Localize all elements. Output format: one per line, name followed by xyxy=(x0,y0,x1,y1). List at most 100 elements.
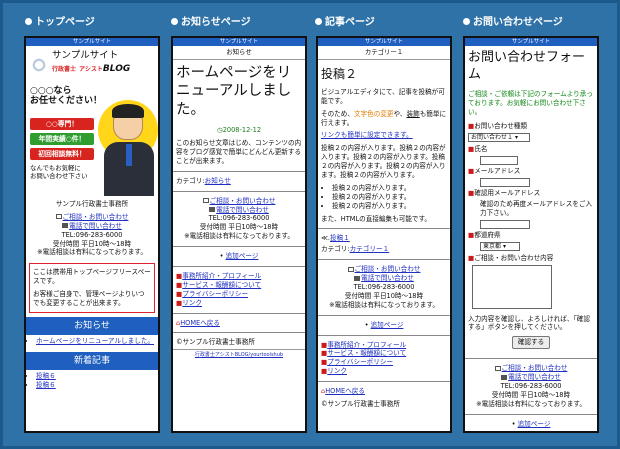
list-item[interactable]: 投稿６ xyxy=(36,381,155,390)
badge-free-consult: 初回相談無料！ xyxy=(30,148,94,160)
banner-small-text: なんでもお気軽に お問い合わせ下さい xyxy=(30,164,88,180)
article-p4: また、HTMLの直接編集も可能です。 xyxy=(321,214,432,223)
phone-contact-page[interactable]: サンプルサイト お問い合わせフォーム ご相談・ご依頼は下記のフォームより承ってお… xyxy=(463,36,599,433)
confirm-button[interactable]: 確認する xyxy=(511,336,551,350)
news-header: お知らせ xyxy=(26,316,158,336)
contact-block: ご相談・お問い合わせ 電話で問い合わせ TEL:096-283-6000 受付時… xyxy=(476,364,586,408)
phone-link[interactable]: 電話で問い合わせ xyxy=(69,222,122,230)
phone-link[interactable]: 電話で問い合わせ xyxy=(216,206,269,214)
flower-logo-icon xyxy=(28,54,50,76)
add-page-link[interactable]: • 追加ページ xyxy=(173,250,305,263)
name-input[interactable] xyxy=(480,155,518,165)
article-p3: 投稿２の内容が入ります。投稿２の内容が入ります。投稿２の内容が入ります。投稿２の… xyxy=(321,144,446,179)
form-label-pref: ■都道府県 xyxy=(468,231,501,240)
form-label-email: ■メールアドレス xyxy=(468,167,521,176)
recent-header: 新着記事 xyxy=(26,351,158,371)
mail-icon xyxy=(202,198,209,204)
copyright: ©サンプル行政書士事務所 xyxy=(176,338,255,347)
email-input[interactable] xyxy=(480,177,530,187)
email-confirm-input[interactable] xyxy=(480,219,530,229)
site-title: サンプルサイト xyxy=(52,50,119,61)
phone-top-page[interactable]: サンプルサイト サンプルサイト 行政書士 アシストBLOG ○○○なら お任せくだ… xyxy=(24,36,160,433)
phone-link[interactable]: 電話で問い合わせ xyxy=(361,274,414,282)
copyright: ©サンプル行政書士事務所 xyxy=(321,399,400,408)
confirm-note: 入力内容を確認し、よろしければ、「確認する」ボタンを押してください。 xyxy=(468,314,590,332)
phone-link[interactable]: 電話で問い合わせ xyxy=(508,373,561,381)
mail-icon xyxy=(55,214,62,220)
article-p1: ビジュアルエディタにて、記事を投稿が可能です。 xyxy=(321,87,445,105)
phone-icon xyxy=(354,275,361,281)
form-label-body: ■ご相談・お問い合わせ内容 xyxy=(468,253,554,262)
contact-link[interactable]: ご相談・お問い合わせ xyxy=(355,265,421,273)
form-label-name: ■氏名 xyxy=(468,144,488,153)
form-intro: ご相談・ご依頼は下記のフォームより承っております。お気軽にお問い合わせ下さい。 xyxy=(468,89,593,116)
mail-icon xyxy=(494,365,501,371)
office-name: サンプル行政書士事務所 xyxy=(55,200,129,208)
home-link[interactable]: ⌂HOMEへ戻る xyxy=(173,317,305,330)
badge-specialty: ○○専門！ xyxy=(30,118,94,130)
hero-banner: サンプルサイト 行政書士 アシストBLOG ○○○なら お任せください！ ○○専門… xyxy=(26,46,158,196)
heading-notice: お知らせページ xyxy=(171,13,251,28)
bullet-icon xyxy=(25,18,32,25)
contact-link[interactable]: ご相談・お問い合わせ xyxy=(210,197,276,205)
prev-post: ≪.投稿１ xyxy=(321,234,350,243)
mail-icon xyxy=(347,266,354,272)
post-category: カテゴリ:カテゴリー１ xyxy=(321,245,390,254)
bullet-icon xyxy=(315,18,322,25)
contact-link[interactable]: ご相談・お問い合わせ xyxy=(63,213,129,221)
add-page-link[interactable]: • 追加ページ xyxy=(318,319,450,332)
contact-block: ご相談・お問い合わせ 電話で問い合わせ TEL:096-283-6000 受付時… xyxy=(37,212,147,257)
footer-credit: 行政書士アシストBLOG/yourtoolshub xyxy=(173,349,305,359)
page-title: お問い合わせフォーム xyxy=(468,50,586,82)
pref-select[interactable]: 東京都 ▾ xyxy=(480,242,520,252)
bullet-icon xyxy=(171,18,178,25)
list-item[interactable]: ホームページをリニューアルしました。 xyxy=(36,337,155,346)
page-subtitle: お知らせ xyxy=(173,46,305,60)
chevron-down-icon: ▾ xyxy=(514,134,518,142)
list-item: 投稿２の内容が入ります。 xyxy=(332,184,447,193)
free-space-box: ここは携帯用トップページフリースペースです。 お客様ご自身で、管理ページよりいつ… xyxy=(29,263,155,313)
blog-logo: 行政書士 アシストBLOG xyxy=(52,64,131,74)
page-title: ホームページをリニューアルしました。 xyxy=(176,64,292,119)
add-page-link[interactable]: • 追加ページ xyxy=(465,418,597,431)
home-link[interactable]: ⌂HOMEへ戻る xyxy=(318,385,450,398)
phone-icon xyxy=(501,374,508,380)
footer-menu: ■事務所紹介・プロフィール ■サービス・報酬額について ■プライバシーポリシー … xyxy=(176,271,262,307)
heading-article: 記事ページ xyxy=(315,13,375,28)
type-select[interactable]: お問い合わせ１ ▾ xyxy=(468,133,530,143)
site-bar: サンプルサイト xyxy=(173,38,305,46)
list-item[interactable]: 投稿６ xyxy=(36,372,155,381)
post-date: ◷2008-12-12 xyxy=(216,126,262,135)
article-link[interactable]: リンクも簡単に設定できます。 xyxy=(318,129,450,142)
page-subtitle: カテゴリー１ xyxy=(318,46,450,60)
heading-top: トップページ xyxy=(25,13,95,28)
body-textarea[interactable] xyxy=(472,264,552,309)
phone-icon xyxy=(209,207,216,213)
phone-article-page[interactable]: サンプルサイト カテゴリー１ 投稿２ ビジュアルエディタにて、記事を投稿が可能で… xyxy=(316,36,452,433)
chevron-down-icon: ▾ xyxy=(502,243,506,251)
contact-form[interactable]: ■お問い合わせ種類 お問い合わせ１ ▾ ■氏名 ■メールアドレス ■確認用メール… xyxy=(465,118,597,355)
site-bar: サンプルサイト xyxy=(26,38,158,46)
site-bar: サンプルサイト xyxy=(465,38,597,46)
post-category: カテゴリ:お知らせ xyxy=(176,176,231,185)
bullet-icon xyxy=(463,18,470,25)
list-item: 投稿２の内容が入ります。 xyxy=(332,193,447,202)
catch-copy: ○○○なら お任せください！ xyxy=(30,86,103,107)
list-item: 投稿２の内容が入ります。 xyxy=(332,202,447,211)
site-bar: サンプルサイト xyxy=(318,38,450,46)
article-p2: そのため、文字色の変更や、装飾も簡単に行えます。 xyxy=(321,109,447,127)
form-label-email-confirm: ■確認用メールアドレス xyxy=(468,189,541,198)
presentation-frame: トップページ お知らせページ 記事ページ お問い合わせページ サンプルサイト サ… xyxy=(0,0,620,449)
phone-icon xyxy=(62,223,69,229)
heading-contact: お問い合わせページ xyxy=(463,13,563,28)
phone-notice-page[interactable]: サンプルサイト お知らせ ホームページをリニューアルしました。 ◷2008-12… xyxy=(171,36,307,433)
contact-block: ご相談・お問い合わせ 電話で問い合わせ TEL:096-283-6000 受付時… xyxy=(184,196,294,241)
recent-list: 投稿６ 投稿６ xyxy=(26,370,158,392)
contact-link[interactable]: ご相談・お問い合わせ xyxy=(502,364,568,372)
news-list: ホームページをリニューアルしました。 xyxy=(26,335,158,348)
contact-block: ご相談・お問い合わせ 電話で問い合わせ TEL:096-283-6000 受付時… xyxy=(329,265,439,309)
form-label-type: ■お問い合わせ種類 xyxy=(468,122,527,131)
badge-record: 年間実績○件！ xyxy=(30,133,94,145)
page-title: 投稿２ xyxy=(321,66,358,81)
post-body: このお知らせ文章はじめ、コンテンツの内容をブログ感覚で簡単にどんどん更新すること… xyxy=(176,139,302,165)
